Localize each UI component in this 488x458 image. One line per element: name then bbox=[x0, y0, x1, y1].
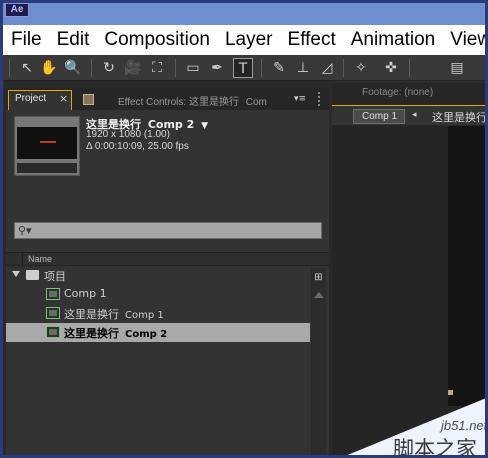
comp-thumbnail bbox=[14, 116, 80, 176]
toolbar-separator bbox=[175, 59, 176, 77]
close-icon[interactable]: × bbox=[59, 92, 68, 105]
comp-label-sub: Comp 2 bbox=[125, 329, 168, 340]
menu-composition[interactable]: Composition bbox=[96, 29, 217, 51]
column-divider[interactable] bbox=[22, 253, 23, 267]
effect-controls-icon bbox=[83, 94, 94, 105]
brush-tool-icon[interactable]: ✎ bbox=[269, 58, 289, 78]
tab-effect-controls[interactable]: Effect Controls: 这里是换行 Com bbox=[118, 93, 293, 108]
hand-tool-icon[interactable]: ✋ bbox=[39, 58, 59, 78]
app-window: Ae File Edit Composition Layer Effect An… bbox=[0, 0, 488, 458]
toolbar-separator bbox=[91, 59, 92, 77]
thumbnail-frame bbox=[17, 127, 77, 159]
panel-grip[interactable] bbox=[318, 92, 324, 106]
thumbnail-text-mark bbox=[40, 141, 56, 143]
clone-stamp-tool-icon[interactable]: ⊥ bbox=[293, 58, 313, 78]
watermark: jb51.net 脚本之家 bbox=[333, 396, 488, 458]
thumbnail-strip bbox=[17, 163, 77, 173]
folder-label: 项目 bbox=[44, 270, 66, 283]
expand-triangle-icon[interactable] bbox=[12, 271, 20, 277]
chevron-down-icon[interactable]: ▼ bbox=[201, 121, 208, 131]
type-tool-icon[interactable]: T bbox=[233, 58, 253, 78]
toolbar-separator bbox=[261, 59, 262, 77]
tab-project[interactable]: Project × bbox=[8, 90, 72, 110]
tab-effect-controls-overflow: Com bbox=[245, 97, 267, 108]
pan-behind-tool-icon[interactable]: ⛶ bbox=[147, 58, 167, 78]
comp-label-name: 这里是换行 bbox=[64, 308, 119, 321]
comp-label: 这里是换行 Comp 2 bbox=[64, 325, 167, 341]
menu-animation[interactable]: Animation bbox=[343, 29, 443, 51]
after-effects-logo-icon: Ae bbox=[5, 3, 29, 17]
scroll-up-arrow-icon[interactable] bbox=[314, 292, 324, 298]
rectangle-tool-icon[interactable]: ▭ bbox=[183, 58, 203, 78]
folder-icon bbox=[26, 270, 39, 280]
comp-breadcrumb[interactable]: 这里是换行 bbox=[432, 109, 485, 125]
rotation-tool-icon[interactable]: ↻ bbox=[99, 58, 119, 78]
pen-tool-icon[interactable]: ✒ bbox=[207, 58, 227, 78]
roto-brush-tool-icon[interactable]: ✧ bbox=[351, 58, 371, 78]
composition-icon bbox=[46, 326, 60, 338]
tab-project-label: Project bbox=[15, 93, 47, 104]
menu-bar: File Edit Composition Layer Effect Anima… bbox=[3, 25, 485, 55]
zoom-tool-icon[interactable]: 🔍 bbox=[63, 58, 83, 78]
column-name-header[interactable]: Name bbox=[28, 254, 52, 264]
tab-effect-controls-label: Effect Controls: 这里是换行 bbox=[118, 97, 239, 108]
project-panel-tabs: Project × Effect Controls: 这里是换行 Com ▾≡ bbox=[6, 88, 329, 110]
column-header: Name bbox=[6, 252, 329, 267]
composition-canvas[interactable] bbox=[448, 126, 485, 406]
menu-file[interactable]: File bbox=[3, 29, 49, 51]
selected-item-duration: Δ 0:00:10:09, 25.00 fps bbox=[86, 141, 189, 152]
menu-edit[interactable]: Edit bbox=[49, 29, 97, 51]
project-search-input[interactable]: ⚲▾ bbox=[14, 222, 322, 239]
watermark-url: jb51.net bbox=[441, 418, 488, 433]
panel-menu-icon[interactable]: ▾≡ bbox=[294, 92, 312, 106]
watermark-name: 脚本之家 bbox=[393, 437, 477, 458]
comp-label: Comp 1 bbox=[64, 287, 107, 300]
comp-label-name: 这里是换行 bbox=[64, 327, 119, 340]
project-item-comp-2[interactable]: 这里是换行 Comp 1 bbox=[6, 304, 310, 323]
layer-handle[interactable] bbox=[448, 390, 453, 395]
menu-effect[interactable]: Effect bbox=[280, 29, 343, 51]
toolbar-grip bbox=[9, 59, 10, 77]
camera-tool-icon[interactable]: 🎥 bbox=[123, 58, 143, 78]
composition-icon bbox=[46, 307, 60, 319]
selected-item-resolution: 1920 x 1080 (1.00) bbox=[86, 129, 170, 140]
tab-footage[interactable]: Footage: (none) bbox=[362, 87, 433, 98]
menu-layer[interactable]: Layer bbox=[217, 29, 280, 51]
composition-icon bbox=[46, 288, 60, 300]
menu-view[interactable]: View bbox=[442, 29, 485, 51]
workspace-panel-icon[interactable]: ▤ bbox=[447, 58, 467, 78]
selection-tool-icon[interactable]: ↖ bbox=[17, 58, 37, 78]
comp-tab-comp-1[interactable]: Comp 1 bbox=[353, 109, 405, 124]
comp-navigator-bar: Comp 1 ◂ 这里是换行 bbox=[332, 105, 485, 125]
arrow-left-icon[interactable]: ◂ bbox=[412, 110, 417, 120]
project-panel: Project × Effect Controls: 这里是换行 Com ▾≡ … bbox=[6, 88, 329, 455]
toolbar-separator bbox=[343, 59, 344, 77]
puppet-pin-tool-icon[interactable]: ✜ bbox=[381, 58, 401, 78]
project-item-comp-1[interactable]: Comp 1 bbox=[6, 285, 310, 304]
comp-label: 这里是换行 Comp 1 bbox=[64, 306, 164, 322]
project-item-folder[interactable]: 项目 bbox=[6, 266, 310, 285]
project-item-comp-3[interactable]: 这里是换行 Comp 2 bbox=[6, 323, 310, 342]
title-bar: Ae bbox=[3, 3, 485, 25]
toolbar-separator bbox=[409, 59, 410, 77]
search-icon: ⚲▾ bbox=[18, 224, 32, 237]
eraser-tool-icon[interactable]: ◿ bbox=[317, 58, 337, 78]
comp-label-sub: Comp 1 bbox=[125, 310, 164, 321]
tools-toolbar: ↖ ✋ 🔍 ↻ 🎥 ⛶ ▭ ✒ T ✎ ⊥ ◿ ✧ ✜ ▤ bbox=[3, 55, 485, 81]
project-scrollbar[interactable]: ⊞ bbox=[311, 268, 326, 455]
flowchart-icon[interactable]: ⊞ bbox=[312, 271, 325, 284]
